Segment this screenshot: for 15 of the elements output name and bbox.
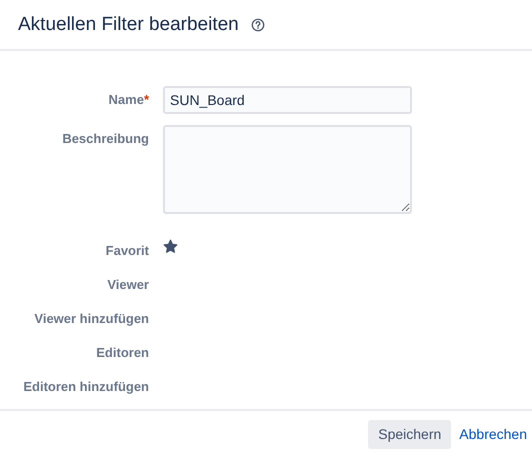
cancel-link[interactable]: Abbrechen — [459, 424, 527, 444]
field-label: Editoren — [96, 344, 149, 362]
field-label: Favorit — [106, 242, 149, 260]
field-label: Name — [108, 91, 144, 110]
help-icon[interactable] — [250, 18, 265, 32]
field-label: Editoren hinzufügen — [23, 378, 149, 396]
field-label: Viewer hinzufügen — [34, 310, 149, 328]
dialog-title: Aktuellen Filter bearbeiten — [18, 12, 239, 37]
star-icon[interactable] — [163, 239, 178, 254]
field-label: Beschreibung — [62, 130, 149, 148]
save-button[interactable]: Speichern — [368, 420, 452, 448]
field-label: Viewer — [107, 276, 149, 294]
name-field[interactable]: SUN_Board — [163, 86, 412, 114]
description-field[interactable] — [163, 125, 412, 214]
required-mark: * — [144, 91, 149, 110]
